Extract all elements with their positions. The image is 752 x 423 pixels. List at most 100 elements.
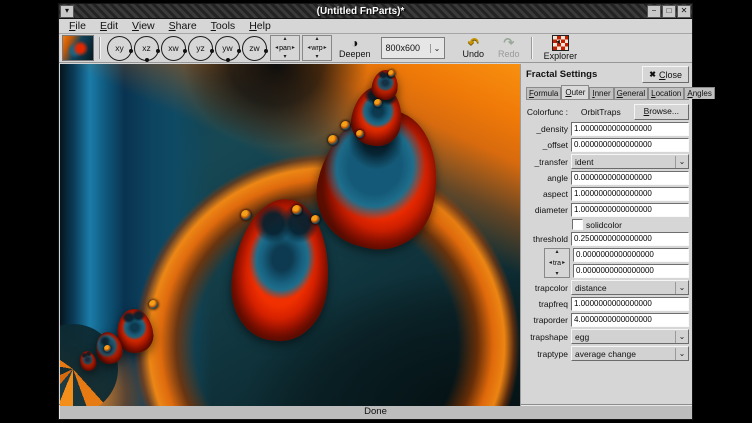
threshold-field[interactable]: 0.2500000000000000 xyxy=(571,232,689,246)
traptype-label: traptype xyxy=(526,349,568,359)
settings-row-diameter: diameter1.0000000000000000 xyxy=(526,203,689,217)
menu-item-file[interactable]: File xyxy=(62,20,93,33)
angle-label: angle xyxy=(526,173,568,183)
traptype-value: average change xyxy=(572,349,675,359)
diameter-field[interactable]: 1.0000000000000000 xyxy=(571,203,689,217)
fractal-bead xyxy=(104,345,111,352)
chevron-down-icon[interactable]: ⌄ xyxy=(675,348,688,360)
menu-item-view[interactable]: View xyxy=(125,20,162,33)
fractal-settings-panel: Fractal Settings ✖ Close FormulaOuterInn… xyxy=(524,63,692,404)
pan-left-icon[interactable]: ◂ xyxy=(275,45,278,51)
menu-item-edit[interactable]: Edit xyxy=(93,20,125,33)
resolution-dropdown[interactable]: 800x600 ⌄ xyxy=(381,37,445,59)
trapfreq-field[interactable]: 1.0000000000000000 xyxy=(571,297,689,311)
warp-up-icon[interactable]: ▴ xyxy=(315,36,318,42)
close-x-icon: ✖ xyxy=(649,70,656,79)
warp-down-icon[interactable]: ▾ xyxy=(315,54,318,60)
tra-control[interactable]: ▴◂tra▸ ▾ xyxy=(544,248,570,278)
panel-title: Fractal Settings xyxy=(526,69,597,80)
offset-field[interactable]: 0.0000000000000000 xyxy=(571,138,689,152)
menu-item-share[interactable]: Share xyxy=(162,20,204,33)
tab-angles[interactable]: Angles xyxy=(684,87,714,99)
transfer-dropdown[interactable]: ident⌄ xyxy=(571,154,689,169)
aspect-field[interactable]: 1.0000000000000000 xyxy=(571,187,689,201)
trapshape-dropdown[interactable]: egg⌄ xyxy=(571,329,689,344)
pan-right-icon[interactable]: ▸ xyxy=(292,45,295,51)
menu-item-help[interactable]: Help xyxy=(242,20,278,33)
tra-up-icon[interactable]: ▴ xyxy=(555,249,558,255)
deepen-label: Deepen xyxy=(339,49,371,59)
traporder-field[interactable]: 4.0000000000000000 xyxy=(571,313,689,327)
tra-right-icon[interactable]: ▸ xyxy=(562,260,565,266)
toolbar-separator xyxy=(531,37,533,59)
panel-close-button[interactable]: ✖ Close xyxy=(642,66,689,83)
settings-rows: Colorfunc :OrbitTrapsBrowse..._density1.… xyxy=(526,104,689,404)
rotate-yw-button[interactable]: yw xyxy=(215,36,240,61)
transfer-value: ident xyxy=(572,157,675,167)
warp-control[interactable]: ▴ ◂ wrp ▸ ▾ xyxy=(302,35,332,61)
menu-item-tools[interactable]: Tools xyxy=(204,20,243,33)
trapcolor-dropdown[interactable]: distance⌄ xyxy=(571,280,689,295)
window-menu-icon[interactable]: ▾ xyxy=(60,5,74,18)
undo-button[interactable]: ↶ Undo xyxy=(457,37,491,59)
close-icon[interactable]: ✕ xyxy=(677,5,691,18)
title-bar[interactable]: ▾ (Untitled FnParts)* − □ ✕ xyxy=(59,4,692,19)
fractal-canvas[interactable] xyxy=(60,64,521,406)
maximize-icon[interactable]: □ xyxy=(662,5,676,18)
tra-down-icon[interactable]: ▾ xyxy=(555,271,558,277)
solidcolor-checkbox[interactable] xyxy=(572,219,583,230)
chevron-down-icon[interactable]: ⌄ xyxy=(675,156,688,168)
window-title: (Untitled FnParts)* xyxy=(74,6,647,17)
explorer-label: Explorer xyxy=(544,51,578,61)
settings-row-threshold: threshold0.2500000000000000 xyxy=(526,232,689,246)
angle-field[interactable]: 0.0000000000000000 xyxy=(571,171,689,185)
pan-up-icon[interactable]: ▴ xyxy=(283,36,286,42)
minimize-icon[interactable]: − xyxy=(647,5,661,18)
settings-row-traptype: traptypeaverage change⌄ xyxy=(526,346,689,361)
solidcolor-label: solidcolor xyxy=(586,220,622,230)
settings-row-transfer: _transferident⌄ xyxy=(526,154,689,169)
deepen-button[interactable]: ◑ Deepen xyxy=(334,37,376,59)
tra-field-0[interactable]: 0.0000000000000000 xyxy=(573,248,689,262)
chevron-down-icon[interactable]: ⌄ xyxy=(675,282,688,294)
fractal-bead xyxy=(388,70,395,77)
fractal-thumbnail-button[interactable] xyxy=(62,35,94,61)
trapcolor-value: distance xyxy=(572,283,675,293)
tra-field-1[interactable]: 0.0000000000000000 xyxy=(573,264,689,278)
_density-label: _density xyxy=(526,124,568,134)
settings-row-angle: angle0.0000000000000000 xyxy=(526,171,689,185)
rotate-xz-button[interactable]: xz xyxy=(134,36,159,61)
redo-button: ↷ Redo xyxy=(492,37,526,59)
menu-bar: FileEditViewShareToolsHelp xyxy=(59,19,692,34)
pan-control[interactable]: ▴ ◂ pan ▸ ▾ xyxy=(270,35,300,61)
explorer-button[interactable]: ◂ Explorer xyxy=(538,35,584,61)
tab-inner[interactable]: Inner xyxy=(589,87,613,99)
warp-label: wrp xyxy=(311,45,322,52)
chevron-down-icon[interactable]: ⌄ xyxy=(675,331,688,343)
pan-label: pan xyxy=(279,45,291,52)
browse-button[interactable]: Browse... xyxy=(634,104,689,120)
rotate-xy-button[interactable]: xy xyxy=(107,36,132,61)
rotate-xw-button[interactable]: xw xyxy=(161,36,186,61)
warp-right-icon[interactable]: ▸ xyxy=(324,45,327,51)
tab-formula[interactable]: Formula xyxy=(526,87,561,99)
rotate-handle-icon xyxy=(264,49,268,53)
rotate-handle-icon xyxy=(145,58,149,62)
tra-left-icon[interactable]: ◂ xyxy=(549,260,552,266)
density-field[interactable]: 1.0000000000000000 xyxy=(571,122,689,136)
settings-row-trapcolor: trapcolordistance⌄ xyxy=(526,280,689,295)
tab-general[interactable]: General xyxy=(614,87,648,99)
pan-down-icon[interactable]: ▾ xyxy=(283,54,286,60)
rotate-yz-button[interactable]: yz xyxy=(188,36,213,61)
traptype-dropdown[interactable]: average change⌄ xyxy=(571,346,689,361)
colorfunc-value: OrbitTraps xyxy=(571,107,631,117)
chevron-down-icon[interactable]: ⌄ xyxy=(430,44,444,53)
rotate-zw-button[interactable]: zw xyxy=(242,36,267,61)
warp-left-icon[interactable]: ◂ xyxy=(307,45,310,51)
tra-label: tra xyxy=(553,260,561,267)
tab-location[interactable]: Location xyxy=(648,87,684,99)
fractal-bead xyxy=(311,215,320,224)
traporder-label: traporder xyxy=(526,315,568,325)
fractal-bead xyxy=(292,205,302,215)
tab-outer[interactable]: Outer xyxy=(561,85,589,99)
